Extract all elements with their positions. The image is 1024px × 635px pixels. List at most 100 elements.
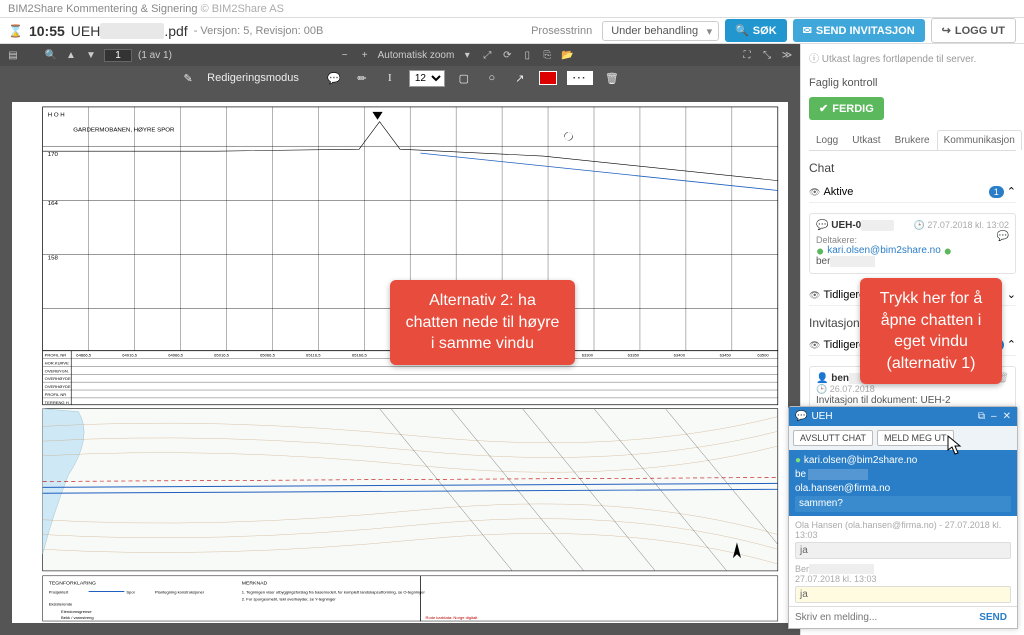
chat-messages[interactable]: Ola Hansen (ola.hansen@firma.no) - 27.07… [789,516,1017,606]
pencil-icon: ✎ [179,69,197,87]
comment-icon[interactable]: 💬 [325,69,343,87]
hourglass-icon: ⌛ [8,24,23,38]
zoom-out-icon[interactable]: − [338,48,352,62]
participants-label: Deltakere: [816,235,1009,245]
logout-button[interactable]: ↪LOGG UT [931,18,1016,43]
page-up-icon[interactable]: ▲ [64,48,78,62]
fit-icon[interactable]: ⤢ [480,48,494,62]
text-cursor-icon[interactable]: I [381,69,399,87]
svg-text:64866,5: 64866,5 [76,353,92,358]
aktive-count: 1 [989,186,1004,198]
app-title: BIM2Share Kommentering & Signering [8,3,198,15]
svg-text:63400: 63400 [674,353,686,358]
process-label: Prosesstrinn [531,25,592,37]
page-icon[interactable]: ▯ [520,48,534,62]
mail-icon: ✉ [803,24,812,37]
chat-icon: 💬 [795,411,807,422]
tidligere-inv-label: Tidligere [809,339,865,351]
header-time: 10:55 [29,23,65,39]
inv-user: ben [831,373,849,384]
line-style-swatch[interactable] [567,71,593,85]
svg-text:OVERHØYDE: OVERHØYDE [45,384,71,389]
presentation-icon[interactable]: ⛶ [740,48,754,62]
svg-text:HOR.KURVE: HOR.KURVE [45,361,69,366]
user-icon: 👤 [816,373,828,384]
pdf-viewer: ▤ 🔍 ▲ ▼ (1 av 1) − + Automatisk zoom ▾ ⤢… [0,44,800,635]
popout-icon[interactable]: ⧉ [978,411,985,422]
draw-icon[interactable]: ✏ [353,69,371,87]
document-canvas[interactable]: H O H GARDERMOBANEN, HØYRE SPOR 170 164 … [0,90,800,635]
svg-text:63300: 63300 [582,353,594,358]
svg-text:Rode kartdata: Norge digitalt: Rode kartdata: Norge digitalt [426,615,479,620]
done-button[interactable]: ✔FERDIG [809,97,884,120]
zoom-in-icon[interactable]: + [358,48,372,62]
chat-card[interactable]: 💬 UEH-0x 🕒 27.07.2018 kl. 13:02 💬 Deltak… [809,213,1016,274]
chat-icon: 💬 [816,220,828,231]
app-vendor: © BIM2Share AS [201,3,284,15]
leave-chat-button[interactable]: MELD MEG UT [877,430,954,446]
svg-text:64916,5: 64916,5 [122,353,138,358]
more-icon[interactable]: ≫ [780,48,794,62]
svg-text:PROFIL NR: PROFIL NR [45,392,67,397]
find-icon[interactable]: 🔍 [44,48,58,62]
copy-icon[interactable]: ⎘ [540,48,554,62]
tab-brukere[interactable]: Brukere [888,130,937,150]
svg-text:170: 170 [48,152,59,158]
svg-text:Eksisterende: Eksisterende [49,601,73,606]
svg-text:65016,5: 65016,5 [214,353,230,358]
chat-window-header[interactable]: 💬 UEH ⧉ – ✕ [789,407,1017,426]
tab-logg[interactable]: Logg [809,130,845,150]
search-button[interactable]: 🔍SØK [725,19,787,42]
open-icon[interactable]: 📂 [560,48,574,62]
inv-doc: Invitasjon til dokument: UEH-2 [816,395,1009,406]
svg-text:63350: 63350 [628,353,640,358]
app-titlebar: BIM2Share Kommentering & Signering © BIM… [0,0,1024,18]
chat-window: 💬 UEH ⧉ – ✕ AVSLUTT CHAT MELD MEG UT ● k… [788,406,1018,629]
page-down-icon[interactable]: ▼ [84,48,98,62]
svg-text:65116,5: 65116,5 [306,353,321,358]
sidebar-toggle-icon[interactable]: ▤ [6,48,20,62]
chat-send-button[interactable]: SEND [969,607,1017,628]
review-section-title: Faglig kontroll [809,77,1016,89]
chevron-down-icon[interactable]: ▾ [460,48,474,62]
end-chat-button[interactable]: AVSLUTT CHAT [793,430,873,446]
rect-icon[interactable]: ▢ [455,69,473,87]
edit-mode-label: Redigeringsmodus [207,72,299,84]
close-icon[interactable]: ✕ [1003,411,1011,422]
svg-text:H O H: H O H [48,113,65,119]
process-dropdown[interactable]: Under behandling [602,21,719,41]
rotate-icon[interactable]: ⟳ [500,48,514,62]
send-invitation-button[interactable]: ✉SEND INVITASJON [793,19,925,42]
chat-window-title: UEH [811,411,832,422]
callout-alt1: Trykk her for å åpne chatten i eget vind… [860,278,1002,384]
minimize-icon[interactable]: – [991,411,997,422]
search-icon: 🔍 [735,24,749,37]
arrow-icon[interactable]: ↗ [511,69,529,87]
zoom-select[interactable]: Automatisk zoom [378,50,455,61]
circle-icon[interactable]: ○ [483,69,501,87]
aktive-row[interactable]: Aktive 1 ⌃ [809,181,1016,203]
logout-icon: ↪ [942,24,951,37]
svg-text:63450: 63450 [720,353,732,358]
callout-alt2: Alternativ 2: ha chatten nede til høyre … [390,280,575,365]
tidligere-label: Tidligere [809,289,865,301]
svg-text:65066,5: 65066,5 [260,353,276,358]
chat-card-title: UEH-0 [831,220,861,231]
svg-text:Spor: Spor [126,590,135,595]
chat-input[interactable] [789,607,969,628]
msg-meta-2-ts: 27.07.2018 kl. 13:03 [795,574,1011,584]
svg-text:1. Tegningen viser utbyggingsf: 1. Tegningen viser utbyggingsforslag fra… [242,590,426,595]
trash-icon[interactable]: 🗑 [603,69,621,87]
color-swatch-red[interactable] [539,71,557,85]
msg-meta-1: Ola Hansen (ola.hansen@firma.no) - 27.07… [795,520,1011,540]
page-input[interactable] [104,49,132,62]
svg-text:Bekk / vannstreng: Bekk / vannstreng [61,615,94,620]
svg-text:2. For sporgeometri, tekl over: 2. For sporgeometri, tekl overhøyder, se… [242,596,337,601]
tab-utkast[interactable]: Utkast [845,130,887,150]
expand-icon[interactable]: ⤡ [760,48,774,62]
svg-text:63500: 63500 [757,353,769,358]
font-size-select[interactable]: 12 [409,70,445,87]
tab-kommunikasjon[interactable]: Kommunikasjon [937,130,1022,150]
svg-text:Prosjektert: Prosjektert [49,590,69,595]
document-title: UEHxxxx.pdf [71,23,188,39]
